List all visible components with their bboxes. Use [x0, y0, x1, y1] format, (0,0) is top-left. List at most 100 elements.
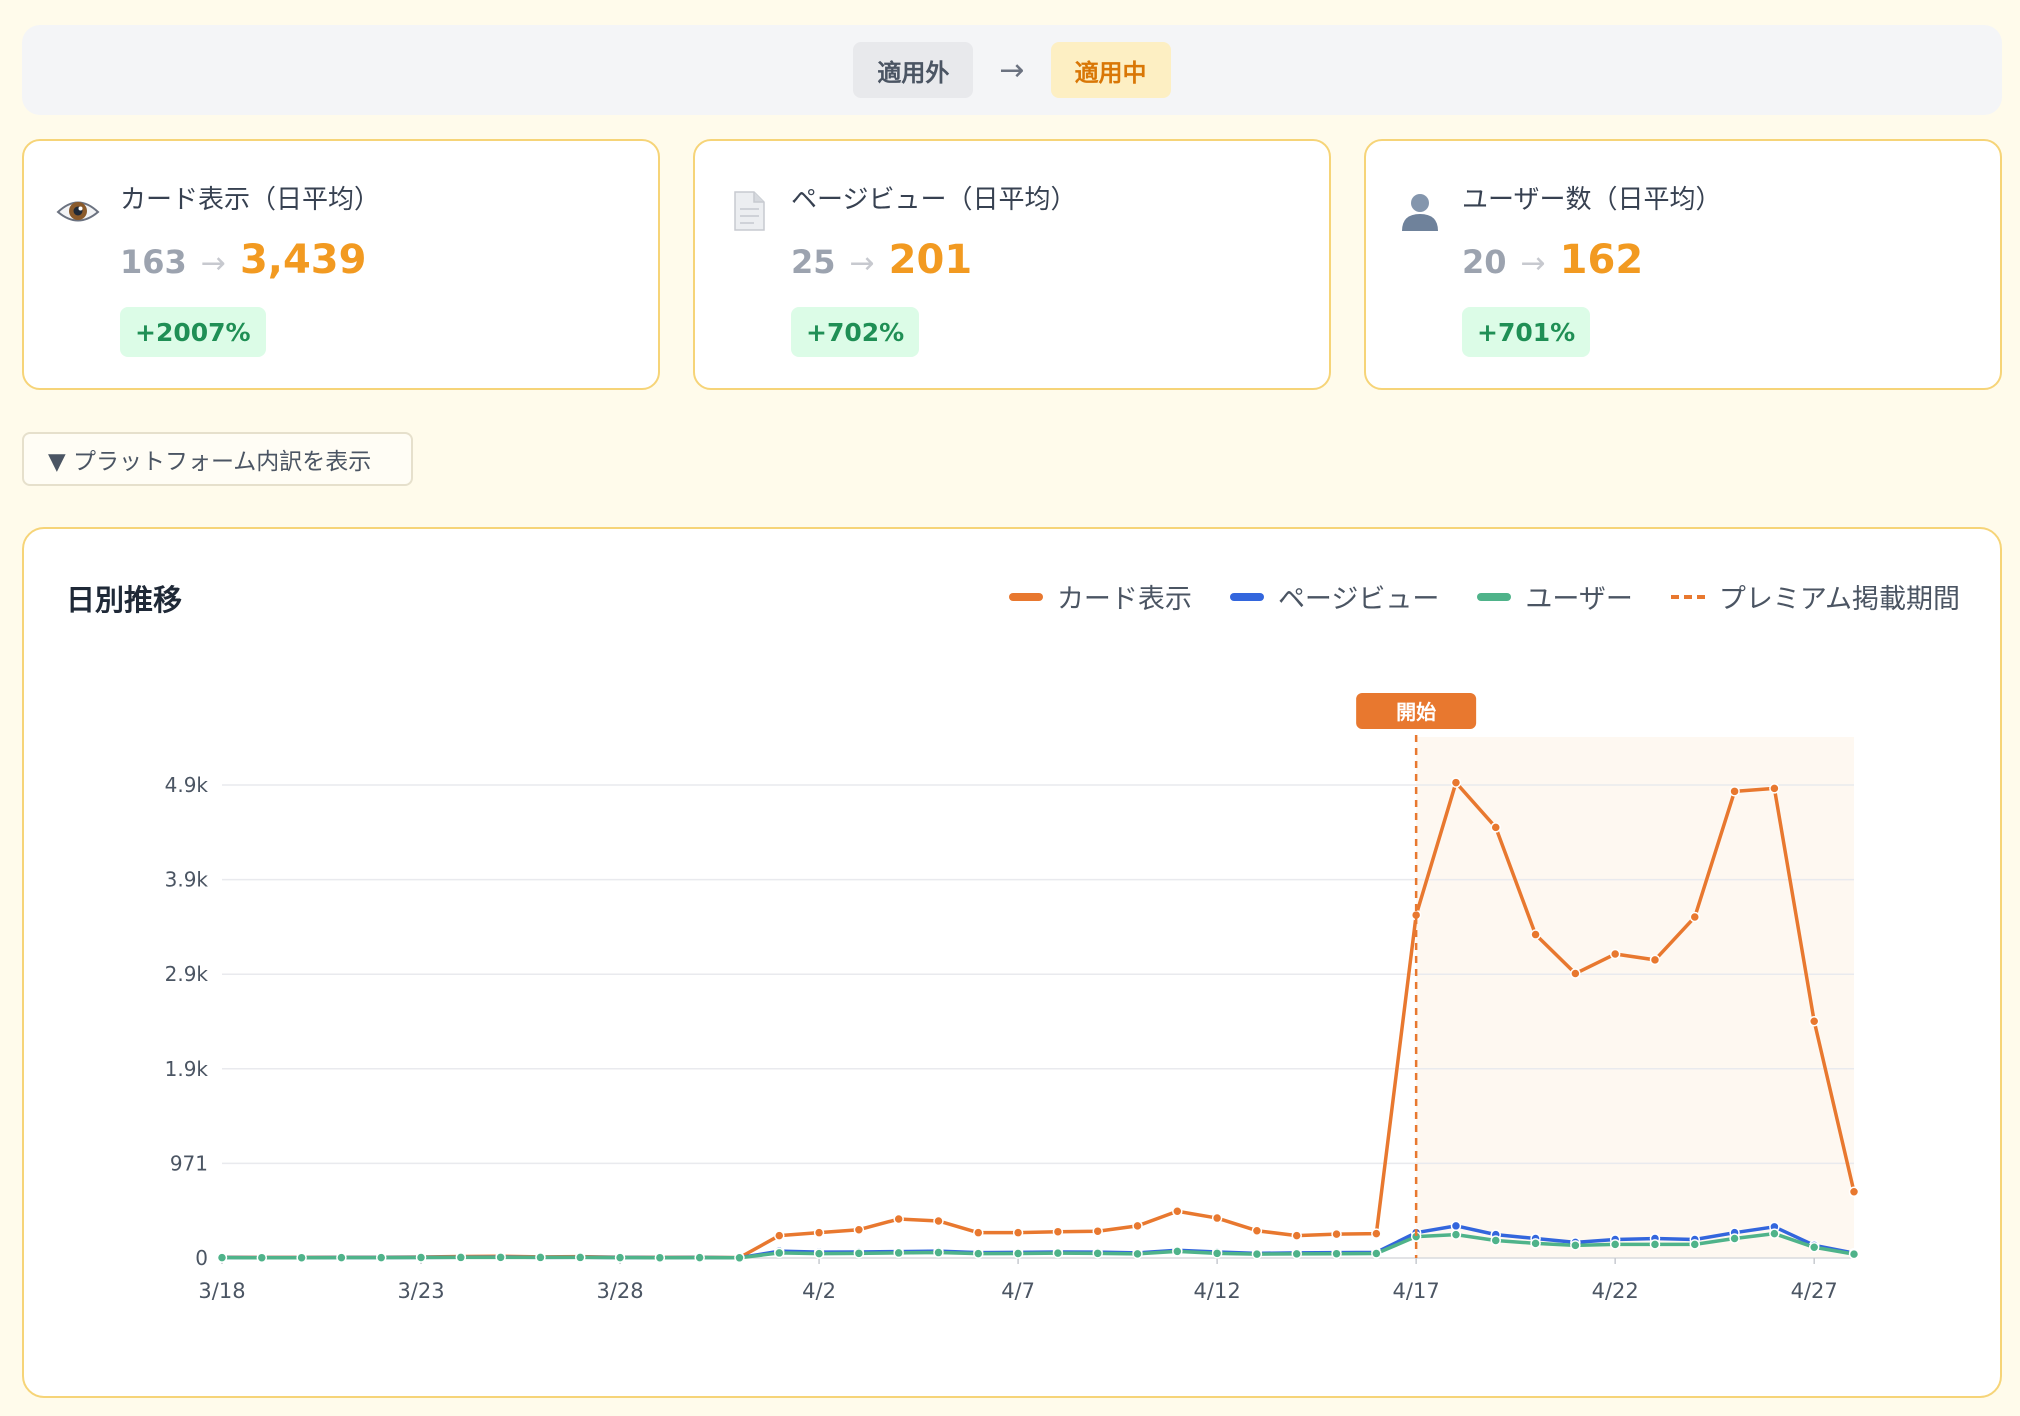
data-point [774, 1247, 785, 1259]
data-point [1570, 968, 1581, 979]
card-values: 20 → 162 [1462, 237, 1643, 283]
data-point [1649, 1239, 1661, 1250]
data-point [933, 1215, 944, 1227]
data-point [1848, 1248, 1860, 1260]
data-point [774, 1230, 785, 1241]
data-point [813, 1227, 825, 1238]
data-point [1371, 1248, 1382, 1259]
x-tick-label: 4/17 [1393, 1279, 1440, 1303]
data-point [1012, 1227, 1024, 1238]
document-icon [734, 191, 765, 231]
data-point [1450, 1220, 1462, 1232]
data-point [455, 1252, 467, 1263]
status-arrow-icon: → [999, 52, 1025, 88]
data-point [1450, 1229, 1462, 1240]
data-point [336, 1252, 347, 1263]
data-point [495, 1252, 506, 1263]
value-after: 162 [1559, 237, 1644, 283]
y-tick-label: 2.9k [165, 962, 209, 986]
data-point [1808, 1016, 1820, 1027]
card-values: 163 → 3,439 [120, 237, 366, 283]
data-point [1092, 1225, 1103, 1237]
data-point [893, 1247, 904, 1259]
arrow-right-icon: → [1520, 246, 1546, 281]
arrow-right-icon: → [849, 246, 875, 281]
data-point [1609, 1239, 1621, 1250]
inactive-state-pill[interactable]: 適用外 [853, 42, 974, 98]
data-point [973, 1227, 984, 1238]
data-point [654, 1252, 666, 1263]
data-point [1331, 1228, 1342, 1240]
card-label: カード表示（日平均） [120, 185, 381, 215]
daily-trend-chart-card: 日別推移 カード表示 ページビュー ユーザー プレミアム掲載期間 0 971 1.9… [22, 527, 2002, 1398]
data-point [1570, 1240, 1581, 1251]
card-label: ユーザー数（日平均） [1462, 185, 1722, 215]
data-point [574, 1252, 586, 1263]
change-badge: +701% [1462, 307, 1591, 357]
data-point [1729, 786, 1740, 797]
data-point [973, 1248, 984, 1259]
card-label: ページビュー（日平均） [791, 185, 1077, 215]
x-tick-label: 3/23 [397, 1279, 444, 1303]
data-point [1132, 1220, 1143, 1232]
line-chart: 0 971 1.9k 2.9k 3.9k 4.9k 3/18 3/23 3/28 4/2 4/7 4/… [165, 693, 1860, 1303]
data-point [1291, 1248, 1302, 1260]
value-after: 201 [888, 237, 973, 283]
data-point [1052, 1226, 1064, 1237]
data-point [853, 1224, 865, 1235]
data-point [375, 1252, 387, 1263]
data-point [1729, 1233, 1740, 1244]
data-point [734, 1252, 745, 1264]
y-tick-label: 1.9k [165, 1057, 209, 1081]
y-tick-label: 0 [195, 1246, 208, 1270]
data-point [933, 1247, 944, 1258]
x-tick-label: 3/18 [198, 1279, 245, 1303]
eye-icon [56, 201, 100, 222]
value-before: 163 [120, 243, 187, 281]
card-pageviews-summary: ページビュー（日平均） 25 → 201 +702% [693, 139, 1331, 390]
change-badge: +702% [791, 307, 920, 357]
data-point [1211, 1212, 1223, 1224]
x-tick-label: 4/2 [802, 1279, 836, 1303]
value-before: 25 [791, 243, 836, 281]
data-point [1371, 1228, 1382, 1239]
data-point [614, 1252, 626, 1263]
card-users-summary: ユーザー数（日平均） 20 → 162 +701% [1364, 139, 2002, 390]
arrow-right-icon: → [200, 246, 226, 281]
data-point [1450, 777, 1462, 788]
data-point [1689, 911, 1701, 923]
data-point [1132, 1248, 1143, 1260]
y-tick-label: 3.9k [165, 868, 209, 892]
data-point [1649, 954, 1661, 966]
data-point [1012, 1248, 1024, 1259]
data-point [1769, 783, 1780, 794]
data-point [1808, 1242, 1820, 1253]
data-point [1530, 1238, 1541, 1249]
data-point [1172, 1205, 1183, 1217]
change-badge: +2007% [120, 307, 266, 357]
data-point [1609, 948, 1621, 960]
data-point [1331, 1248, 1342, 1259]
data-point [893, 1213, 904, 1225]
data-point [415, 1252, 427, 1263]
data-point [1490, 822, 1502, 833]
x-tick-label: 4/27 [1791, 1279, 1838, 1303]
value-before: 20 [1462, 243, 1507, 281]
value-after: 3,439 [239, 237, 367, 283]
data-point [1092, 1248, 1103, 1259]
card-views-summary: カード表示（日平均） 163 → 3,439 +2007% [22, 139, 660, 390]
data-point [216, 1252, 228, 1263]
data-point [296, 1252, 307, 1263]
premium-period-shade [1416, 737, 1854, 1258]
data-point [1490, 1235, 1502, 1246]
status-toggle-bar: 適用外 → 適用中 [22, 25, 2002, 115]
data-point [1172, 1246, 1183, 1257]
data-point [256, 1252, 268, 1263]
active-state-pill[interactable]: 適用中 [1050, 42, 1171, 98]
data-point [1251, 1225, 1263, 1236]
x-tick-label: 3/28 [596, 1279, 643, 1303]
data-point [1769, 1228, 1780, 1239]
platform-breakdown-toggle-button[interactable]: ▼ プラットフォーム内訳を表示 [22, 432, 413, 486]
premium-start-label: 開始 [1396, 700, 1436, 724]
data-point [1251, 1248, 1263, 1260]
